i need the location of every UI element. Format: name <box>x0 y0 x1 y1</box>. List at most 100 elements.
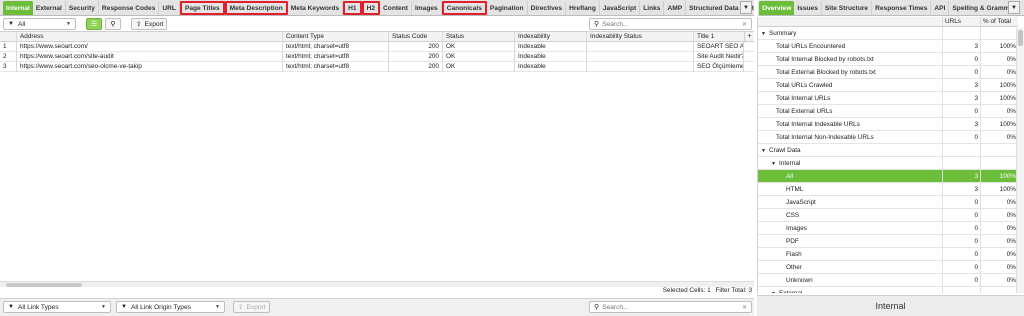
overview-row[interactable]: Total External URLs 0 0% <box>758 105 1018 118</box>
indexability-status-cell[interactable] <box>587 42 694 52</box>
status-cell[interactable]: OK <box>443 62 515 72</box>
column-header-row-number[interactable] <box>0 32 17 42</box>
status-cell[interactable]: OK <box>443 52 515 62</box>
expand-toggle-icon[interactable]: ▼ <box>771 288 779 293</box>
tree-view-button[interactable]: ⚲ <box>105 18 121 30</box>
tab-issues[interactable]: Issues <box>794 1 822 15</box>
row-number[interactable]: 1 <box>0 42 17 52</box>
overview-row[interactable]: PDF 0 0% <box>758 235 1018 248</box>
address-cell[interactable]: https://www.seoart.com/site-audit <box>17 52 283 62</box>
column-header-title-1[interactable]: Title 1 <box>694 32 744 42</box>
column-header-status[interactable]: Status <box>443 32 515 42</box>
list-view-button[interactable]: ☰ <box>86 18 102 30</box>
indexability-status-cell[interactable] <box>587 62 694 72</box>
expand-toggle-icon[interactable]: ▼ <box>761 28 769 40</box>
tab-meta-keywords[interactable]: Meta Keywords <box>288 1 344 15</box>
expand-toggle-icon[interactable]: ▼ <box>771 158 779 170</box>
tab-h1[interactable]: H1 <box>343 1 362 15</box>
title-cell[interactable]: SEOART SEO Ajansı <box>694 42 744 52</box>
overview-row[interactable]: Images 0 0% <box>758 222 1018 235</box>
column-header-status-code[interactable]: Status Code <box>389 32 443 42</box>
overview-section-row[interactable]: ▼ Internal <box>758 157 1018 170</box>
content-type-cell[interactable]: text/html; charset=utf8 <box>283 62 389 72</box>
tab-structured-data[interactable]: Structured Data <box>686 1 743 15</box>
tab-overview[interactable]: Overview <box>759 1 795 15</box>
column-header-address[interactable]: Address <box>17 32 283 42</box>
tab-hreflang[interactable]: Hreflang <box>566 1 600 15</box>
overview-section-row[interactable]: ▼ Crawl Data <box>758 144 1018 157</box>
vertical-scrollbar[interactable] <box>1016 28 1024 293</box>
status-code-cell[interactable]: 200 <box>389 52 443 62</box>
overview-row[interactable]: Total URLs Crawled 3 100% <box>758 79 1018 92</box>
tab-site-structure[interactable]: Site Structure <box>822 1 873 15</box>
export-button[interactable]: ⇪ Export <box>131 18 167 30</box>
bottom-export-button[interactable]: ⇪ Export <box>233 301 270 313</box>
clear-icon[interactable]: ✕ <box>742 21 747 28</box>
status-code-cell[interactable]: 200 <box>389 62 443 72</box>
table-row[interactable]: 2 https://www.seoart.com/site-audit text/h… <box>0 52 754 62</box>
title-cell[interactable]: Site Audit Nedir? - s <box>694 52 744 62</box>
content-type-cell[interactable]: text/html; charset=utf8 <box>283 52 389 62</box>
overview-row[interactable]: Total Internal Non-Indexable URLs 0 0% <box>758 131 1018 144</box>
column-header-indexability-status[interactable]: Indexability Status <box>587 32 694 42</box>
table-row[interactable]: 1 https://www.seoart.com/text/html; chars… <box>0 42 754 52</box>
tab-canonicals[interactable]: Canonicals <box>441 1 487 15</box>
indexability-cell[interactable]: Indexable <box>515 52 587 62</box>
overview-row[interactable]: CSS 0 0% <box>758 209 1018 222</box>
status-cell[interactable]: OK <box>443 42 515 52</box>
right-tabs-overflow-dropdown[interactable]: ▼ <box>1008 1 1020 14</box>
indexability-cell[interactable]: Indexable <box>515 42 587 52</box>
overview-row[interactable]: All 3 100% <box>758 170 1018 183</box>
tab-directives[interactable]: Directives <box>528 1 567 15</box>
tab-url[interactable]: URL <box>159 1 180 15</box>
overview-row[interactable]: Total URLs Encountered 3 100% <box>758 40 1018 53</box>
tab-response-times[interactable]: Response Times <box>872 1 932 15</box>
overview-row[interactable]: Flash 0 0% <box>758 248 1018 261</box>
tab-api[interactable]: API <box>931 1 950 15</box>
content-type-cell[interactable]: text/html; charset=utf8 <box>283 42 389 52</box>
indexability-cell[interactable]: Indexable <box>515 62 587 72</box>
clear-icon[interactable]: ✕ <box>742 304 747 311</box>
column-header-content-type[interactable]: Content Type <box>283 32 389 42</box>
tab-response-codes[interactable]: Response Codes <box>99 1 160 15</box>
bottom-search-box[interactable]: ⚲ ✕ <box>589 301 752 313</box>
tab-h2[interactable]: H2 <box>361 1 381 15</box>
overview-row[interactable]: Total Internal URLs 3 100% <box>758 92 1018 105</box>
bottom-search-input[interactable] <box>602 303 733 311</box>
address-cell[interactable]: https://www.seoart.com/seo-olcme-ve-taki… <box>17 62 283 72</box>
overview-row[interactable]: JavaScript 0 0% <box>758 196 1018 209</box>
column-header-urls[interactable]: URLs <box>942 17 980 27</box>
tab-external[interactable]: External <box>33 1 66 15</box>
link-types-dropdown[interactable]: ▼ All Link Types ▼ <box>3 301 111 313</box>
overview-row[interactable]: Other 0 0% <box>758 261 1018 274</box>
overview-row[interactable]: Total Internal Blocked by robots.txt 0 0% <box>758 53 1018 66</box>
tab-security[interactable]: Security <box>66 1 99 15</box>
tab-links[interactable]: Links <box>640 1 665 15</box>
tab-meta-description[interactable]: Meta Description <box>224 1 288 15</box>
column-header-indexability[interactable]: Indexability <box>515 32 587 42</box>
tab-amp[interactable]: AMP <box>664 1 687 15</box>
row-number[interactable]: 3 <box>0 62 17 72</box>
overview-section-row[interactable]: ▼ Summary <box>758 27 1018 40</box>
search-box[interactable]: ⚲ ✕ <box>589 18 752 30</box>
overview-section-row[interactable]: ▼External <box>758 287 1018 293</box>
filter-dropdown[interactable]: ▼ All ▼ <box>3 18 76 30</box>
overview-row[interactable]: Unknown 0 0% <box>758 274 1018 287</box>
tab-images[interactable]: Images <box>412 1 442 15</box>
search-input[interactable] <box>602 20 733 28</box>
status-code-cell[interactable]: 200 <box>389 42 443 52</box>
link-origin-types-dropdown[interactable]: ▼ All Link Origin Types ▼ <box>116 301 225 313</box>
address-cell[interactable]: https://www.seoart.com/ <box>17 42 283 52</box>
overview-row[interactable]: Total External Blocked by robots.txt 0 0% <box>758 66 1018 79</box>
column-header-percent-total[interactable]: % of Total <box>980 17 1018 27</box>
tab-javascript[interactable]: JavaScript <box>600 1 641 15</box>
indexability-status-cell[interactable] <box>587 52 694 62</box>
tabs-overflow-dropdown[interactable]: ▼ <box>740 1 752 14</box>
scrollbar-thumb[interactable] <box>1018 30 1023 46</box>
add-column-button[interactable]: + <box>744 32 754 42</box>
row-number[interactable]: 2 <box>0 52 17 62</box>
tab-pagination[interactable]: Pagination <box>487 1 528 15</box>
overview-row[interactable]: Total Internal Indexable URLs 3 100% <box>758 118 1018 131</box>
tab-page-titles[interactable]: Page Titles <box>179 1 225 15</box>
title-cell[interactable]: SEO Ölçümleme ve <box>694 62 744 72</box>
